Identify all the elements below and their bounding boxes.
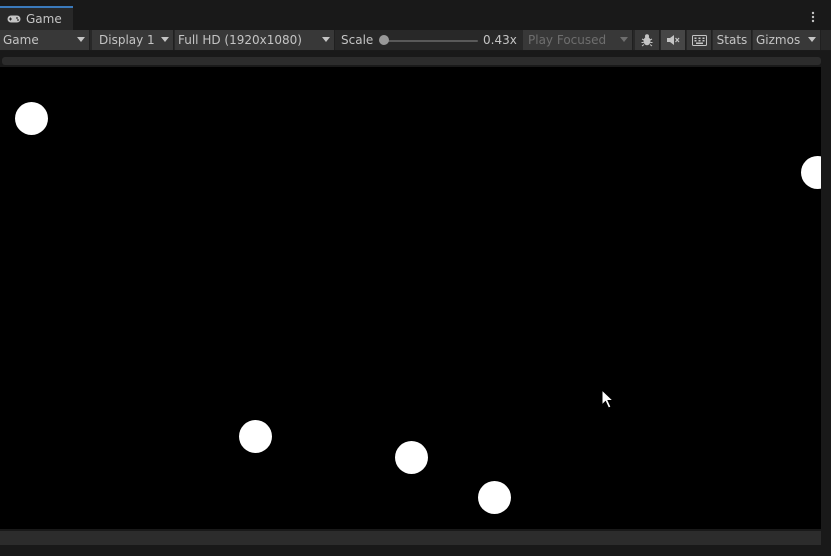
scale-slider-thumb[interactable] xyxy=(379,35,389,45)
white-ball xyxy=(15,102,48,135)
scale-label: Scale xyxy=(341,33,374,47)
tab-label: Game xyxy=(26,12,62,26)
play-mode-label: Play Focused xyxy=(528,33,607,47)
chevron-down-icon xyxy=(620,37,628,42)
resolution-dropdown[interactable]: Full HD (1920x1080) xyxy=(175,30,335,50)
display-dropdown[interactable]: Display 1 xyxy=(92,30,174,50)
play-mode-dropdown[interactable]: Play Focused xyxy=(523,30,633,50)
display-label: Display 1 xyxy=(99,33,155,47)
white-ball xyxy=(239,420,272,453)
stats-button[interactable]: Stats xyxy=(713,30,752,50)
tab-bar: Game xyxy=(0,0,831,30)
chevron-down-icon xyxy=(322,37,330,42)
white-ball xyxy=(395,441,428,474)
white-ball xyxy=(478,481,511,514)
view-mode-label: Game xyxy=(3,33,39,47)
stats-label: Stats xyxy=(716,33,748,47)
kebab-menu-icon[interactable] xyxy=(809,10,817,24)
scale-control: Scale 0.43x xyxy=(336,30,522,50)
white-ball xyxy=(801,156,821,189)
scale-slider-track[interactable] xyxy=(382,40,478,42)
bug-icon[interactable] xyxy=(635,30,660,50)
mouse-cursor-icon xyxy=(601,389,615,409)
keyboard-icon[interactable] xyxy=(687,30,712,50)
chevron-down-icon xyxy=(808,37,816,42)
chevron-down-icon xyxy=(77,37,85,42)
game-viewport[interactable] xyxy=(0,67,821,529)
game-toolbar: Game Display 1 Full HD (1920x1080) Scale… xyxy=(0,30,831,51)
horizontal-scrollbar[interactable] xyxy=(0,531,821,545)
view-mode-dropdown[interactable]: Game xyxy=(0,30,90,50)
gizmos-dropdown[interactable]: Gizmos xyxy=(753,30,821,50)
mute-audio-icon[interactable] xyxy=(661,30,686,50)
gamepad-icon xyxy=(7,13,23,25)
tab-game[interactable]: Game xyxy=(0,6,73,30)
vertical-scrollbar[interactable] xyxy=(821,67,831,529)
top-scrollbar[interactable] xyxy=(2,57,821,65)
scale-value: 0.43x xyxy=(483,33,517,47)
resolution-label: Full HD (1920x1080) xyxy=(178,33,302,47)
chevron-down-icon xyxy=(161,37,169,42)
gizmos-label: Gizmos xyxy=(756,33,801,47)
